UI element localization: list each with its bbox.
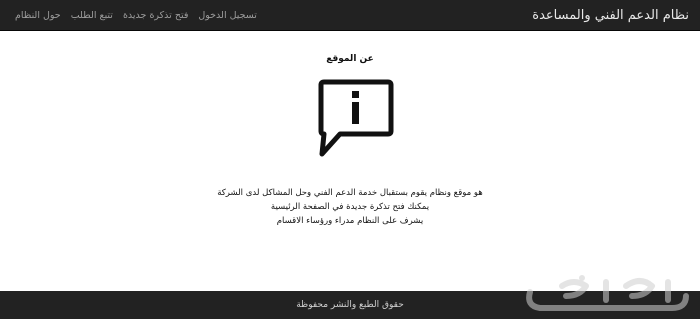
about-line-3: يشرف على النظام مدراء ورؤساء الاقسام bbox=[276, 216, 424, 226]
haraj-watermark-logo bbox=[526, 275, 689, 311]
nav-links: تسجيل الدخول فتح تذكرة جديدة تتبع الطلب … bbox=[10, 0, 262, 31]
brand-title[interactable]: نظام الدعم الفني والمساعدة bbox=[532, 0, 689, 31]
about-line-2: يمكنك فتح تذكرة جديدة في الصفحة الرئيسية bbox=[270, 202, 430, 212]
about-description: هو موقع ونظام يقوم بستقبال خدمة الدعم ال… bbox=[0, 186, 700, 228]
footer-copyright: حقوق الطبع والنشر محفوظة bbox=[296, 300, 404, 310]
about-line-1: هو موقع ونظام يقوم بستقبال خدمة الدعم ال… bbox=[217, 188, 483, 198]
nav-link-track-request[interactable]: تتبع الطلب bbox=[66, 0, 118, 31]
nav-link-about[interactable]: حول النظام bbox=[10, 0, 66, 31]
nav-link-new-ticket[interactable]: فتح تذكرة جديدة bbox=[118, 0, 193, 31]
page-title: عن الموقع bbox=[326, 54, 374, 64]
info-speech-bubble-icon bbox=[318, 79, 394, 157]
main-content: عن الموقع هو موقع ونظام يقوم بستقبال خدم… bbox=[0, 31, 700, 291]
nav-link-login[interactable]: تسجيل الدخول bbox=[193, 0, 262, 31]
top-navbar: نظام الدعم الفني والمساعدة تسجيل الدخول … bbox=[0, 0, 700, 31]
